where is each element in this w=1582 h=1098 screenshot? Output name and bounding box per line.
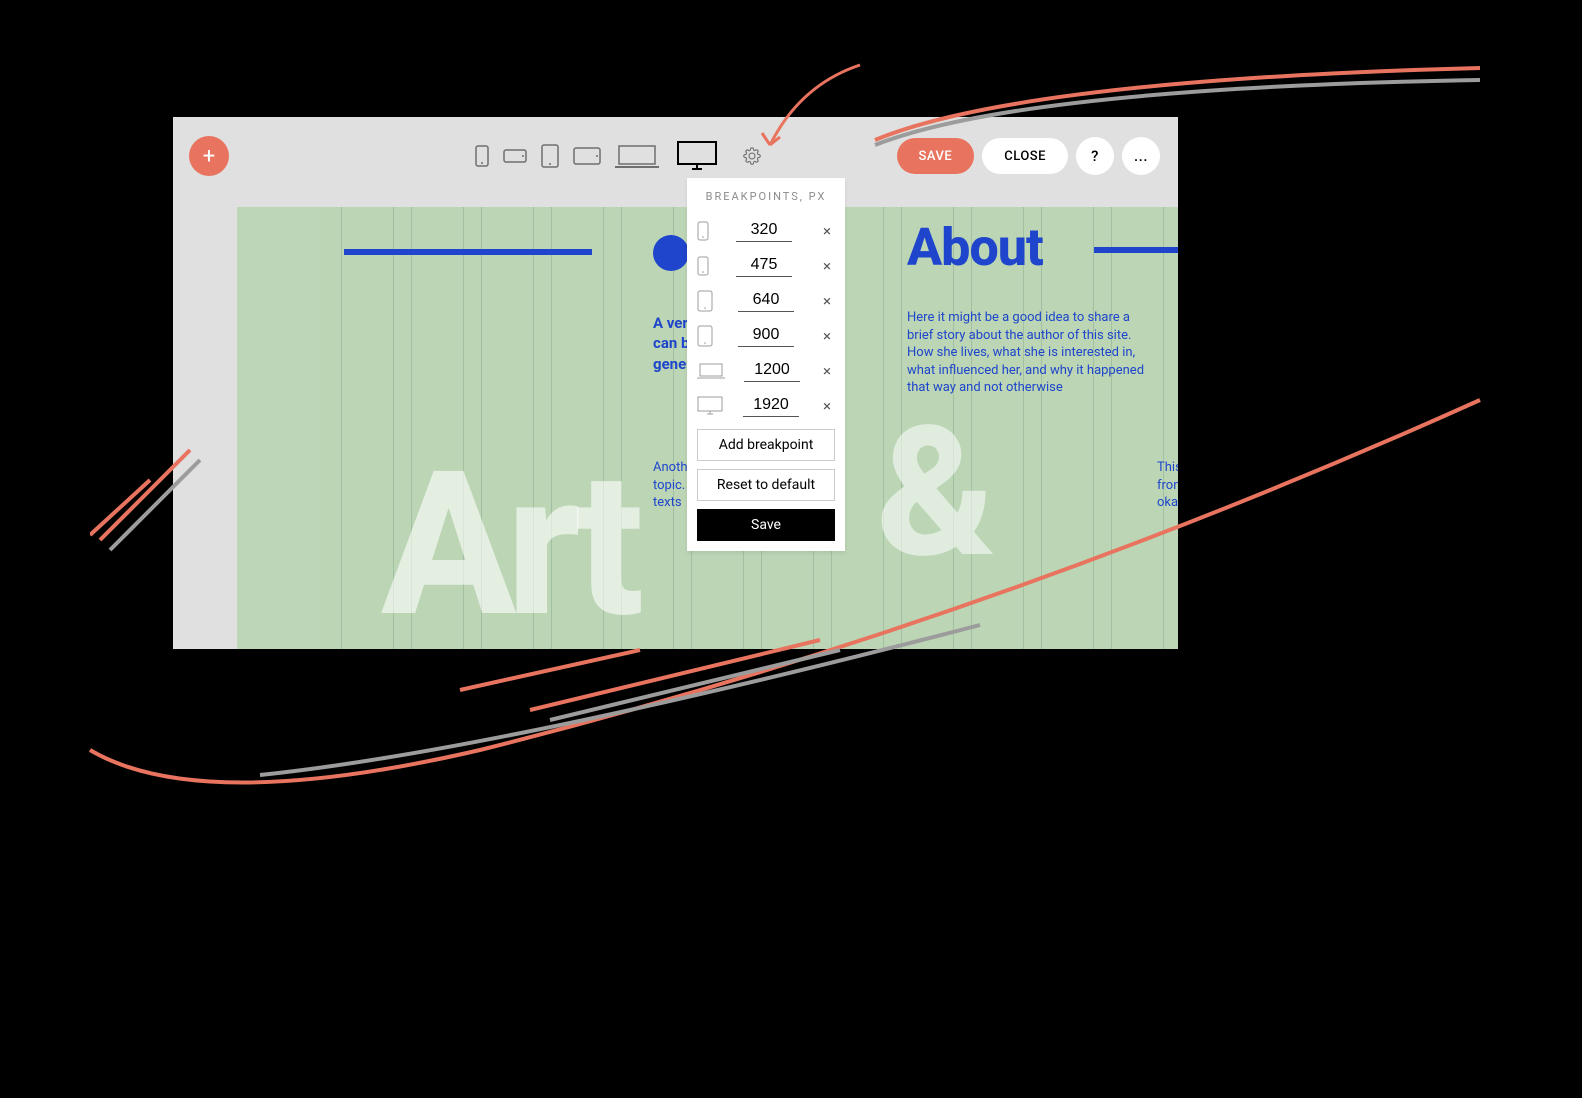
editor-window: + SAVE CLO <box>173 117 1178 649</box>
breakpoint-delete[interactable]: × <box>819 292 835 310</box>
breakpoint-input[interactable] <box>736 219 792 242</box>
tablet-landscape-icon <box>573 147 601 165</box>
breakpoint-row: × <box>687 246 845 281</box>
breakpoint-row: × <box>687 386 845 421</box>
reset-breakpoints-button[interactable]: Reset to default <box>697 469 835 501</box>
watermark-art: Art <box>381 427 634 649</box>
about-heading: About <box>907 217 1043 278</box>
device-tablet-landscape[interactable] <box>571 147 603 165</box>
device-phone-portrait[interactable] <box>473 145 491 167</box>
paragraph-4: This text b from the o okay and <box>1157 459 1178 512</box>
breakpoint-input[interactable] <box>743 394 799 417</box>
phone-portrait-icon <box>697 221 709 241</box>
close-button[interactable]: CLOSE <box>982 138 1068 174</box>
phone-landscape-icon <box>503 149 527 163</box>
popup-title: BREAKPOINTS, PX <box>687 178 845 211</box>
save-button[interactable]: SAVE <box>897 138 975 174</box>
more-button[interactable]: ... <box>1122 137 1160 175</box>
device-desktop[interactable] <box>671 137 723 175</box>
device-phone-landscape[interactable] <box>501 149 529 163</box>
breakpoint-delete[interactable]: × <box>819 257 835 275</box>
about-copy: Here it might be a good idea to share a … <box>907 309 1147 397</box>
tablet-portrait-icon <box>697 325 713 347</box>
breakpoint-delete[interactable]: × <box>819 362 835 380</box>
heading-underline <box>344 249 592 255</box>
breakpoint-input[interactable] <box>738 324 794 347</box>
breakpoint-input[interactable] <box>738 289 794 312</box>
device-tablet-portrait[interactable] <box>539 144 561 168</box>
tablet-portrait-icon <box>697 290 713 312</box>
laptop-icon <box>697 362 725 380</box>
breakpoint-row: × <box>687 351 845 386</box>
phone-portrait-icon <box>697 256 709 276</box>
desktop-icon <box>677 141 717 171</box>
breakpoint-row: × <box>687 211 845 246</box>
save-breakpoints-button[interactable]: Save <box>697 509 835 541</box>
gear-icon <box>743 147 761 165</box>
breakpoints-popup: BREAKPOINTS, PX × × × × × × Add breakpoi… <box>687 178 845 551</box>
watermark-ampersand: & <box>876 387 996 598</box>
laptop-icon <box>615 143 659 169</box>
breakpoint-delete[interactable]: × <box>819 397 835 415</box>
breakpoint-input[interactable] <box>744 359 800 382</box>
breakpoint-settings-button[interactable] <box>743 147 761 165</box>
help-button[interactable]: ? <box>1076 137 1114 175</box>
phone-portrait-icon <box>475 145 489 167</box>
breakpoint-row: × <box>687 281 845 316</box>
tablet-portrait-icon <box>541 144 559 168</box>
desktop-icon <box>697 396 723 416</box>
about-underline <box>1094 247 1178 253</box>
add-button[interactable]: + <box>189 136 229 176</box>
breakpoint-delete[interactable]: × <box>819 327 835 345</box>
breakpoint-delete[interactable]: × <box>819 222 835 240</box>
editor-toolbar: + SAVE CLO <box>173 117 1178 195</box>
add-breakpoint-button[interactable]: Add breakpoint <box>697 429 835 461</box>
breakpoint-row: × <box>687 316 845 351</box>
heading-dot <box>653 235 689 271</box>
device-laptop[interactable] <box>613 143 661 169</box>
toolbar-actions: SAVE CLOSE ? ... <box>897 117 1160 195</box>
breakpoint-input[interactable] <box>736 254 792 277</box>
